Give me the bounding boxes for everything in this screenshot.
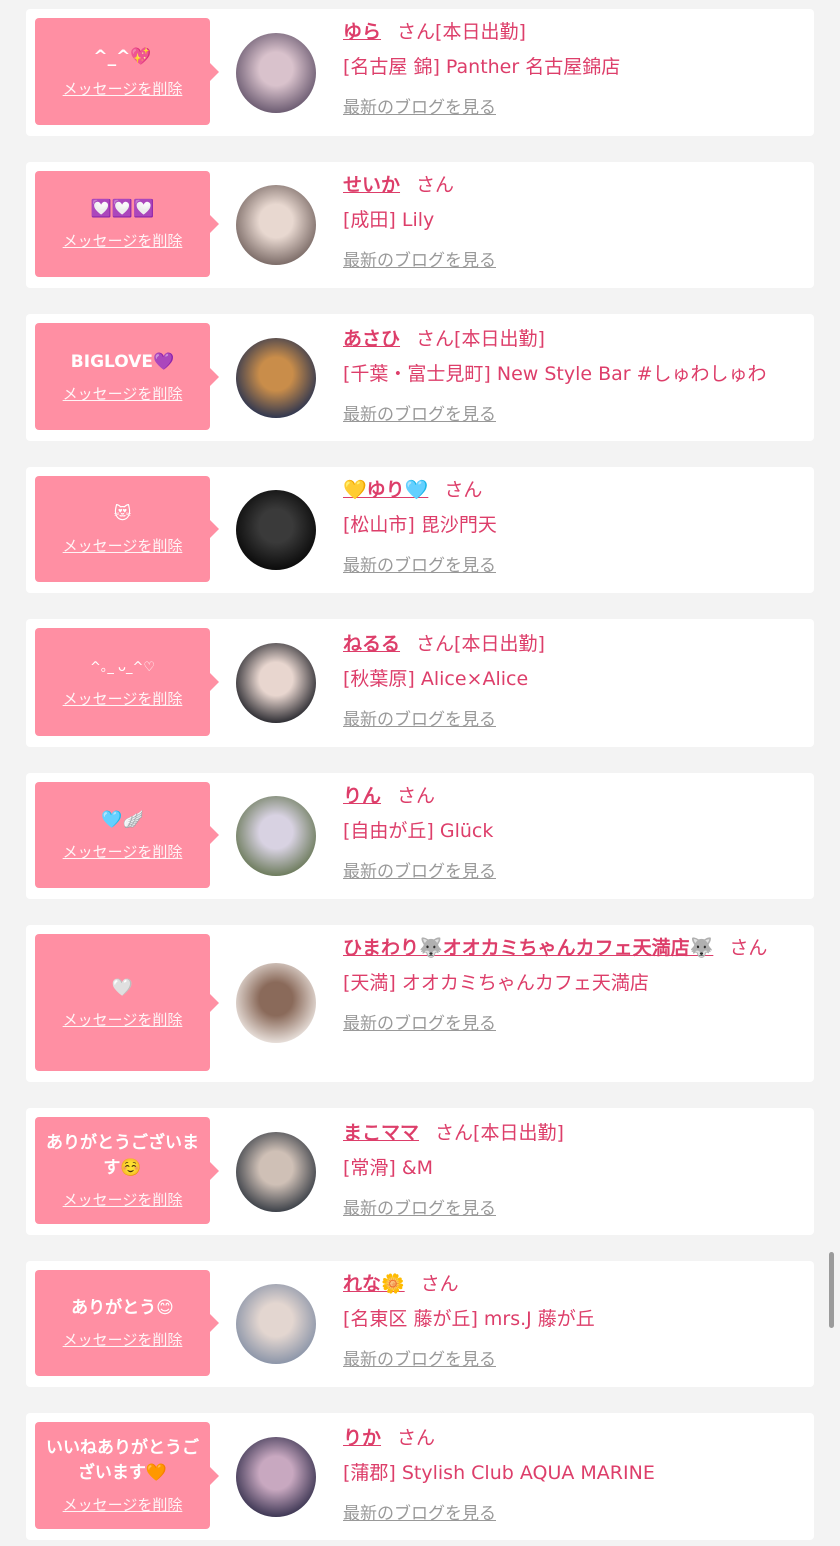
avatar[interactable] [236,1284,316,1364]
blog-link[interactable]: 最新のブログを見る [343,246,794,271]
blog-link[interactable]: 最新のブログを見る [343,1009,794,1034]
delete-message-link[interactable]: メッセージを削除 [63,1329,183,1350]
cast-name-link[interactable]: ねるる [343,633,400,655]
list-item: BIGLOVE💜 メッセージを削除 あさひ さん[本日出勤] [千葉・富士見町] … [26,314,814,441]
shop-name: [名東区 藤が丘] mrs.J 藤が丘 [343,1308,595,1330]
list-item: 🤍 メッセージを削除 ひまわり🐺オオカミちゃんカフェ天満店🐺 さん [天満] オオ… [26,925,814,1082]
avatar[interactable] [236,1437,316,1517]
attendance-status: [本日出勤] [454,328,545,350]
avatar[interactable] [236,338,316,418]
avatar[interactable] [236,796,316,876]
shop-name: [自由が丘] Glück [343,820,494,842]
message-bubble: 🤍 メッセージを削除 [35,934,219,1071]
cast-name-link[interactable]: ゆら [343,21,381,43]
scrollbar[interactable] [829,1252,834,1328]
delete-message-link[interactable]: メッセージを削除 [63,230,183,251]
message-bubble: 💟💟💟 メッセージを削除 [35,171,219,277]
delete-message-link[interactable]: メッセージを削除 [63,1009,183,1030]
delete-message-link[interactable]: メッセージを削除 [63,535,183,556]
shop-name: [成田] Lily [343,209,435,231]
attendance-status: [本日出勤] [473,1122,564,1144]
message-text: 🩵🪽 [101,810,144,830]
blog-link[interactable]: 最新のブログを見る [343,1194,794,1219]
blog-link[interactable]: 最新のブログを見る [343,1499,794,1524]
message-text: ありがとうございます☺️ [46,1133,199,1178]
delete-message-link[interactable]: メッセージを削除 [63,383,183,404]
cast-name-link[interactable]: りか [343,1427,381,1449]
honorific: さん [397,785,436,807]
honorific: さん [416,633,455,655]
list-item: ^｡_ ᴗ_^♡ メッセージを削除 ねるる さん[本日出勤] [秋葉原] Alic… [26,619,814,747]
honorific: さん [444,479,483,501]
list-item: 🩵🪽 メッセージを削除 りん さん [自由が丘] Glück 最新のブログを見る [26,773,814,899]
avatar[interactable] [236,490,316,570]
honorific: さん [416,174,455,196]
message-text: 😻 [113,504,132,524]
honorific: さん [397,1427,436,1449]
message-bubble: ありがとう😊 メッセージを削除 [35,1270,219,1376]
attendance-status: [本日出勤] [435,21,526,43]
cast-name-link[interactable]: 💛ゆり🩵 [343,479,428,501]
honorific: さん [729,937,768,959]
message-text: ^｡_ ᴗ_^♡ [89,660,156,675]
blog-link[interactable]: 最新のブログを見る [343,93,794,118]
avatar[interactable] [236,185,316,265]
list-item: いいねありがとうございます🧡 メッセージを削除 りか さん [蒲郡] Stylis… [26,1413,814,1540]
message-text: ありがとう😊 [71,1298,174,1318]
honorific: さん [416,328,455,350]
cast-name-link[interactable]: あさひ [343,328,400,350]
message-text: ^_^💖 [93,46,152,67]
blog-link[interactable]: 最新のブログを見る [343,857,794,882]
message-bubble: ^｡_ ᴗ_^♡ メッセージを削除 [35,628,219,736]
list-item: 😻 メッセージを削除 💛ゆり🩵 さん [松山市] 毘沙門天 最新のブログを見る [26,467,814,593]
message-bubble: 🩵🪽 メッセージを削除 [35,782,219,888]
avatar[interactable] [236,33,316,113]
delete-message-link[interactable]: メッセージを削除 [63,78,183,99]
shop-name: [秋葉原] Alice×Alice [343,668,529,690]
message-text: いいねありがとうございます🧡 [46,1438,199,1483]
blog-link[interactable]: 最新のブログを見る [343,705,794,730]
message-text: 🤍 [111,977,134,998]
message-text: BIGLOVE💜 [70,351,175,372]
shop-name: [常滑] &M [343,1157,434,1179]
shop-name: [名古屋 錦] Panther 名古屋錦店 [343,56,621,78]
delete-message-link[interactable]: メッセージを削除 [63,1494,183,1515]
cast-name-link[interactable]: まこママ [343,1122,419,1144]
honorific: さん [397,21,436,43]
avatar[interactable] [236,963,316,1043]
delete-message-link[interactable]: メッセージを削除 [63,1189,183,1210]
attendance-status: [本日出勤] [454,633,545,655]
list-item: 💟💟💟 メッセージを削除 せいか さん [成田] Lily 最新のブログを見る [26,162,814,288]
delete-message-link[interactable]: メッセージを削除 [63,688,183,709]
shop-name: [蒲郡] Stylish Club AQUA MARINE [343,1462,655,1484]
blog-link[interactable]: 最新のブログを見る [343,551,794,576]
shop-name: [天満] オオカミちゃんカフェ天満店 [343,972,649,994]
message-text: 💟💟💟 [90,199,155,219]
blog-link[interactable]: 最新のブログを見る [343,1345,794,1370]
avatar[interactable] [236,643,316,723]
shop-name: [松山市] 毘沙門天 [343,514,497,536]
cast-name-link[interactable]: りん [343,785,381,807]
message-bubble: 😻 メッセージを削除 [35,476,219,582]
cast-name-link[interactable]: ひまわり🐺オオカミちゃんカフェ天満店🐺 [343,937,713,959]
honorific: さん [435,1122,474,1144]
honorific: さん [420,1273,459,1295]
message-bubble: BIGLOVE💜 メッセージを削除 [35,323,219,430]
cast-name-link[interactable]: れな🌼 [343,1273,405,1295]
cast-name-link[interactable]: せいか [343,174,400,196]
list-item: ありがとう😊 メッセージを削除 れな🌼 さん [名東区 藤が丘] mrs.J 藤が… [26,1261,814,1387]
message-bubble: いいねありがとうございます🧡 メッセージを削除 [35,1422,219,1529]
delete-message-link[interactable]: メッセージを削除 [63,841,183,862]
blog-link[interactable]: 最新のブログを見る [343,400,794,425]
message-bubble: ^_^💖 メッセージを削除 [35,18,219,125]
list-item: ^_^💖 メッセージを削除 ゆら さん[本日出勤] [名古屋 錦] Panther… [26,9,814,136]
list-item: ありがとうございます☺️ メッセージを削除 まこママ さん[本日出勤] [常滑] … [26,1108,814,1235]
message-bubble: ありがとうございます☺️ メッセージを削除 [35,1117,219,1224]
avatar[interactable] [236,1132,316,1212]
shop-name: [千葉・富士見町] New Style Bar #しゅわしゅわ [343,363,767,385]
